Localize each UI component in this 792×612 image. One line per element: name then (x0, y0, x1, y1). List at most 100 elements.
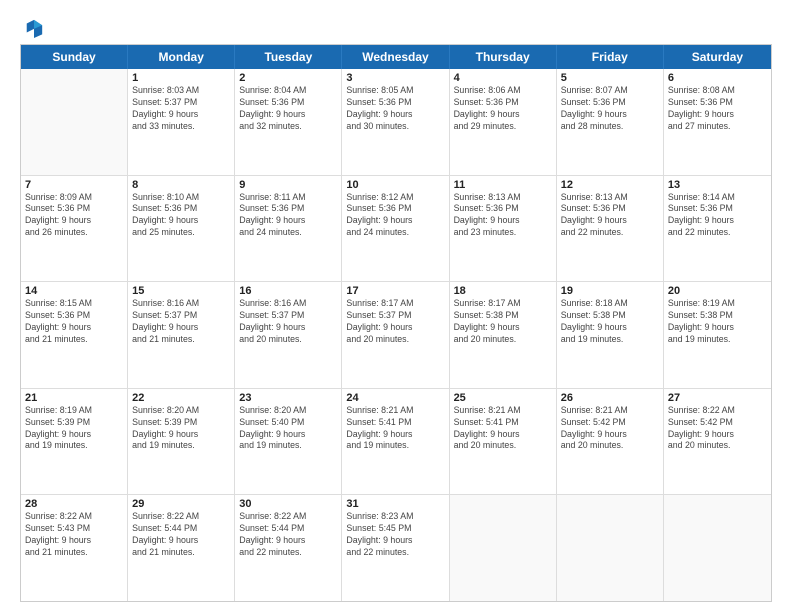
day-number: 13 (668, 179, 767, 191)
calendar-day-16: 16Sunrise: 8:16 AM Sunset: 5:37 PM Dayli… (235, 282, 342, 388)
calendar-day-25: 25Sunrise: 8:21 AM Sunset: 5:41 PM Dayli… (450, 389, 557, 495)
day-number: 4 (454, 72, 552, 84)
logo (20, 18, 44, 34)
day-number: 20 (668, 285, 767, 297)
day-info: Sunrise: 8:04 AM Sunset: 5:36 PM Dayligh… (239, 85, 337, 133)
day-info: Sunrise: 8:11 AM Sunset: 5:36 PM Dayligh… (239, 192, 337, 240)
calendar-day-8: 8Sunrise: 8:10 AM Sunset: 5:36 PM Daylig… (128, 176, 235, 282)
calendar-day-empty (664, 495, 771, 601)
day-number: 14 (25, 285, 123, 297)
calendar-day-11: 11Sunrise: 8:13 AM Sunset: 5:36 PM Dayli… (450, 176, 557, 282)
calendar-day-9: 9Sunrise: 8:11 AM Sunset: 5:36 PM Daylig… (235, 176, 342, 282)
calendar-day-20: 20Sunrise: 8:19 AM Sunset: 5:38 PM Dayli… (664, 282, 771, 388)
calendar-day-23: 23Sunrise: 8:20 AM Sunset: 5:40 PM Dayli… (235, 389, 342, 495)
day-info: Sunrise: 8:05 AM Sunset: 5:36 PM Dayligh… (346, 85, 444, 133)
calendar-day-31: 31Sunrise: 8:23 AM Sunset: 5:45 PM Dayli… (342, 495, 449, 601)
day-number: 1 (132, 72, 230, 84)
calendar-day-12: 12Sunrise: 8:13 AM Sunset: 5:36 PM Dayli… (557, 176, 664, 282)
header-day-saturday: Saturday (664, 45, 771, 69)
day-number: 23 (239, 392, 337, 404)
calendar-day-1: 1Sunrise: 8:03 AM Sunset: 5:37 PM Daylig… (128, 69, 235, 175)
day-info: Sunrise: 8:17 AM Sunset: 5:38 PM Dayligh… (454, 298, 552, 346)
day-info: Sunrise: 8:10 AM Sunset: 5:36 PM Dayligh… (132, 192, 230, 240)
calendar-day-14: 14Sunrise: 8:15 AM Sunset: 5:36 PM Dayli… (21, 282, 128, 388)
day-info: Sunrise: 8:19 AM Sunset: 5:39 PM Dayligh… (25, 405, 123, 453)
page: SundayMondayTuesdayWednesdayThursdayFrid… (0, 0, 792, 612)
calendar-day-5: 5Sunrise: 8:07 AM Sunset: 5:36 PM Daylig… (557, 69, 664, 175)
calendar-week-5: 28Sunrise: 8:22 AM Sunset: 5:43 PM Dayli… (21, 495, 771, 601)
day-number: 25 (454, 392, 552, 404)
calendar-body: 1Sunrise: 8:03 AM Sunset: 5:37 PM Daylig… (21, 69, 771, 601)
header-day-tuesday: Tuesday (235, 45, 342, 69)
day-info: Sunrise: 8:22 AM Sunset: 5:44 PM Dayligh… (239, 511, 337, 559)
day-info: Sunrise: 8:18 AM Sunset: 5:38 PM Dayligh… (561, 298, 659, 346)
calendar-day-24: 24Sunrise: 8:21 AM Sunset: 5:41 PM Dayli… (342, 389, 449, 495)
day-info: Sunrise: 8:19 AM Sunset: 5:38 PM Dayligh… (668, 298, 767, 346)
day-number: 29 (132, 498, 230, 510)
day-number: 15 (132, 285, 230, 297)
day-number: 19 (561, 285, 659, 297)
calendar-day-4: 4Sunrise: 8:06 AM Sunset: 5:36 PM Daylig… (450, 69, 557, 175)
logo-icon (24, 18, 44, 38)
day-info: Sunrise: 8:09 AM Sunset: 5:36 PM Dayligh… (25, 192, 123, 240)
day-info: Sunrise: 8:13 AM Sunset: 5:36 PM Dayligh… (454, 192, 552, 240)
day-number: 9 (239, 179, 337, 191)
calendar-day-30: 30Sunrise: 8:22 AM Sunset: 5:44 PM Dayli… (235, 495, 342, 601)
day-number: 17 (346, 285, 444, 297)
calendar-day-7: 7Sunrise: 8:09 AM Sunset: 5:36 PM Daylig… (21, 176, 128, 282)
header-day-monday: Monday (128, 45, 235, 69)
day-info: Sunrise: 8:20 AM Sunset: 5:39 PM Dayligh… (132, 405, 230, 453)
day-number: 2 (239, 72, 337, 84)
day-number: 8 (132, 179, 230, 191)
calendar-day-17: 17Sunrise: 8:17 AM Sunset: 5:37 PM Dayli… (342, 282, 449, 388)
day-number: 22 (132, 392, 230, 404)
day-info: Sunrise: 8:16 AM Sunset: 5:37 PM Dayligh… (239, 298, 337, 346)
day-info: Sunrise: 8:07 AM Sunset: 5:36 PM Dayligh… (561, 85, 659, 133)
calendar-day-28: 28Sunrise: 8:22 AM Sunset: 5:43 PM Dayli… (21, 495, 128, 601)
calendar-week-4: 21Sunrise: 8:19 AM Sunset: 5:39 PM Dayli… (21, 389, 771, 496)
day-number: 21 (25, 392, 123, 404)
day-info: Sunrise: 8:06 AM Sunset: 5:36 PM Dayligh… (454, 85, 552, 133)
header-day-wednesday: Wednesday (342, 45, 449, 69)
day-info: Sunrise: 8:21 AM Sunset: 5:41 PM Dayligh… (346, 405, 444, 453)
calendar-day-29: 29Sunrise: 8:22 AM Sunset: 5:44 PM Dayli… (128, 495, 235, 601)
day-info: Sunrise: 8:08 AM Sunset: 5:36 PM Dayligh… (668, 85, 767, 133)
day-number: 30 (239, 498, 337, 510)
day-info: Sunrise: 8:20 AM Sunset: 5:40 PM Dayligh… (239, 405, 337, 453)
calendar-day-13: 13Sunrise: 8:14 AM Sunset: 5:36 PM Dayli… (664, 176, 771, 282)
calendar-day-empty (21, 69, 128, 175)
header-day-sunday: Sunday (21, 45, 128, 69)
header-day-friday: Friday (557, 45, 664, 69)
calendar-day-3: 3Sunrise: 8:05 AM Sunset: 5:36 PM Daylig… (342, 69, 449, 175)
day-number: 10 (346, 179, 444, 191)
calendar-day-10: 10Sunrise: 8:12 AM Sunset: 5:36 PM Dayli… (342, 176, 449, 282)
day-info: Sunrise: 8:21 AM Sunset: 5:42 PM Dayligh… (561, 405, 659, 453)
day-number: 12 (561, 179, 659, 191)
day-number: 16 (239, 285, 337, 297)
calendar-day-18: 18Sunrise: 8:17 AM Sunset: 5:38 PM Dayli… (450, 282, 557, 388)
day-number: 3 (346, 72, 444, 84)
day-number: 31 (346, 498, 444, 510)
calendar-week-2: 7Sunrise: 8:09 AM Sunset: 5:36 PM Daylig… (21, 176, 771, 283)
day-info: Sunrise: 8:22 AM Sunset: 5:44 PM Dayligh… (132, 511, 230, 559)
day-number: 28 (25, 498, 123, 510)
calendar-day-2: 2Sunrise: 8:04 AM Sunset: 5:36 PM Daylig… (235, 69, 342, 175)
calendar-header: SundayMondayTuesdayWednesdayThursdayFrid… (21, 45, 771, 69)
day-number: 5 (561, 72, 659, 84)
header (20, 18, 772, 34)
calendar-week-1: 1Sunrise: 8:03 AM Sunset: 5:37 PM Daylig… (21, 69, 771, 176)
day-info: Sunrise: 8:21 AM Sunset: 5:41 PM Dayligh… (454, 405, 552, 453)
calendar-day-26: 26Sunrise: 8:21 AM Sunset: 5:42 PM Dayli… (557, 389, 664, 495)
calendar-day-empty (557, 495, 664, 601)
day-number: 24 (346, 392, 444, 404)
day-info: Sunrise: 8:14 AM Sunset: 5:36 PM Dayligh… (668, 192, 767, 240)
day-info: Sunrise: 8:17 AM Sunset: 5:37 PM Dayligh… (346, 298, 444, 346)
day-number: 27 (668, 392, 767, 404)
day-number: 26 (561, 392, 659, 404)
calendar-week-3: 14Sunrise: 8:15 AM Sunset: 5:36 PM Dayli… (21, 282, 771, 389)
day-info: Sunrise: 8:12 AM Sunset: 5:36 PM Dayligh… (346, 192, 444, 240)
day-info: Sunrise: 8:23 AM Sunset: 5:45 PM Dayligh… (346, 511, 444, 559)
calendar-day-6: 6Sunrise: 8:08 AM Sunset: 5:36 PM Daylig… (664, 69, 771, 175)
calendar-day-19: 19Sunrise: 8:18 AM Sunset: 5:38 PM Dayli… (557, 282, 664, 388)
calendar-day-15: 15Sunrise: 8:16 AM Sunset: 5:37 PM Dayli… (128, 282, 235, 388)
